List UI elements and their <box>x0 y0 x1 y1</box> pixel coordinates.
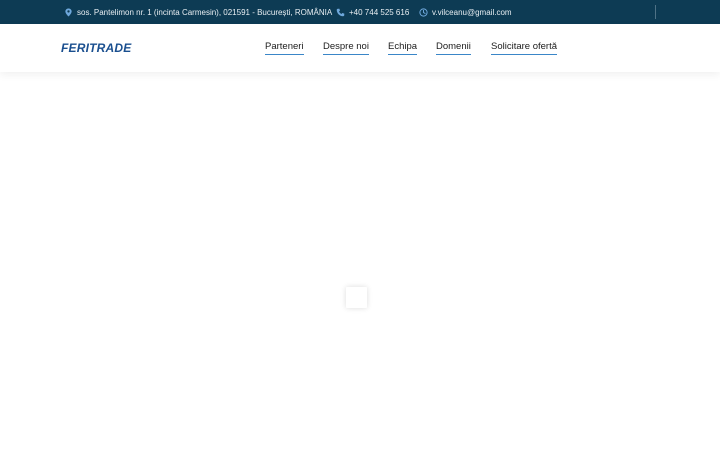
email-info[interactable]: v.vilceanu@gmail.com <box>419 0 512 24</box>
nav-item-echipa[interactable]: Echipa <box>388 41 418 55</box>
address-info: sos. Pantelimon nr. 1 (incinta Carmesin)… <box>64 0 332 24</box>
logo[interactable]: FERITRADE <box>61 40 131 56</box>
phone-info[interactable]: +40 744 525 616 <box>336 0 409 24</box>
site-header: FERITRADE Parteneri Despre noi Echipa Do… <box>0 24 720 72</box>
nav-item-solicitare-oferta[interactable]: Solicitare ofertă <box>491 41 558 55</box>
email-text: v.vilceanu@gmail.com <box>432 7 512 17</box>
nav-item-despre-noi[interactable]: Despre noi <box>323 41 369 55</box>
phone-text: +40 744 525 616 <box>349 7 410 17</box>
map-pin-icon <box>65 7 72 17</box>
address-text: sos. Pantelimon nr. 1 (incinta Carmesin)… <box>77 7 333 17</box>
clock-icon <box>419 7 428 17</box>
nav-item-domenii[interactable]: Domenii <box>436 41 471 55</box>
phone-icon <box>336 8 345 16</box>
top-contact-bar: sos. Pantelimon nr. 1 (incinta Carmesin)… <box>0 0 720 24</box>
topbar-divider <box>655 5 656 19</box>
nav-item-parteneri[interactable]: Parteneri <box>265 41 304 55</box>
loading-spinner <box>346 287 367 308</box>
